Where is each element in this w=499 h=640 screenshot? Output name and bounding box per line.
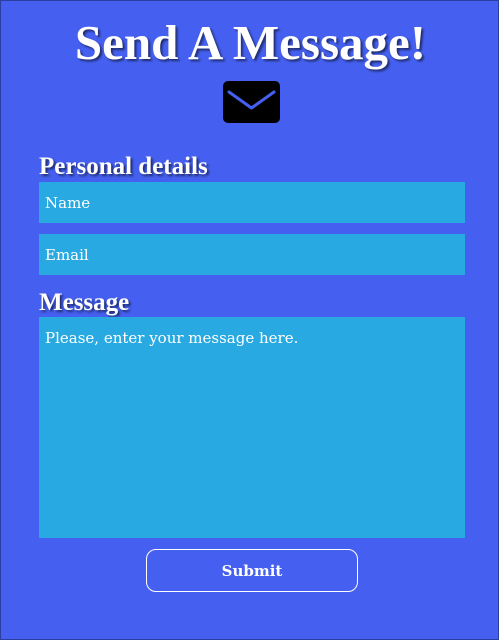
message-field[interactable] (39, 317, 465, 538)
page-title: Send A Message! (74, 15, 427, 70)
message-heading: Message (39, 289, 130, 316)
personal-details-heading: Personal details (39, 153, 208, 180)
email-field[interactable] (39, 234, 465, 275)
name-field[interactable] (39, 182, 465, 223)
submit-button[interactable]: Submit (146, 549, 358, 592)
envelope-icon (223, 81, 280, 123)
contact-page: Send A Message! Personal details Message… (0, 0, 499, 640)
